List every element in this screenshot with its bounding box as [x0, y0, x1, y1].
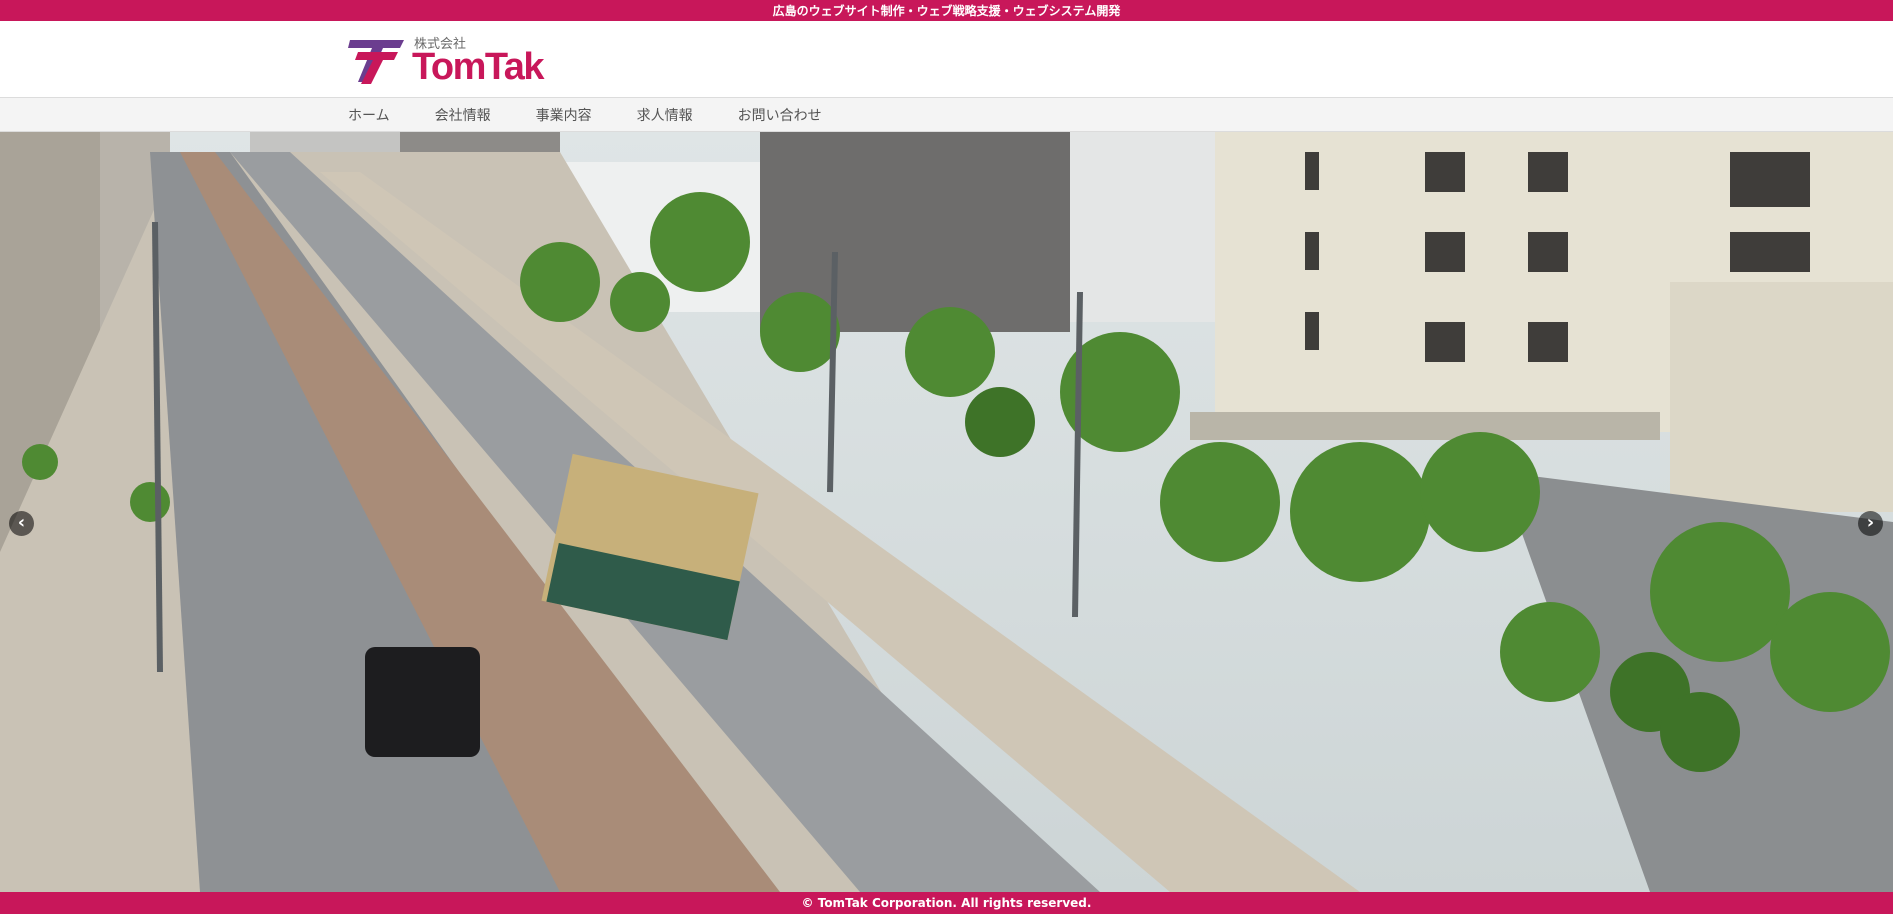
- site-footer: © TomTak Corporation. All rights reserve…: [0, 892, 1893, 914]
- nav-item-contact[interactable]: お問い合わせ: [738, 105, 822, 125]
- copyright-text: © TomTak Corporation. All rights reserve…: [801, 896, 1092, 910]
- slider-prev-arrow-icon[interactable]: ‹: [9, 511, 34, 536]
- logo-company-name: TomTak: [412, 46, 545, 88]
- hero-street-image: [0, 132, 1893, 892]
- hero-slider: ‹ ›: [0, 132, 1893, 892]
- tomtak-logo[interactable]: 株式会社 TomTak: [346, 34, 556, 88]
- site-header: 株式会社 TomTak: [0, 21, 1893, 97]
- nav-item-services[interactable]: 事業内容: [536, 105, 592, 125]
- slider-next-arrow-icon[interactable]: ›: [1858, 511, 1883, 536]
- nav-item-company[interactable]: 会社情報: [435, 105, 491, 125]
- nav-item-recruit[interactable]: 求人情報: [637, 105, 693, 125]
- top-tagline-bar: 広島のウェブサイト制作・ウェブ戦略支援・ウェブシステム開発: [0, 0, 1893, 21]
- main-navigation: ホーム 会社情報 事業内容 求人情報 お問い合わせ: [0, 97, 1893, 132]
- nav-item-home[interactable]: ホーム: [348, 105, 390, 125]
- site-tagline: 広島のウェブサイト制作・ウェブ戦略支援・ウェブシステム開発: [772, 4, 1121, 18]
- tt-logo-mark-icon: [348, 40, 404, 84]
